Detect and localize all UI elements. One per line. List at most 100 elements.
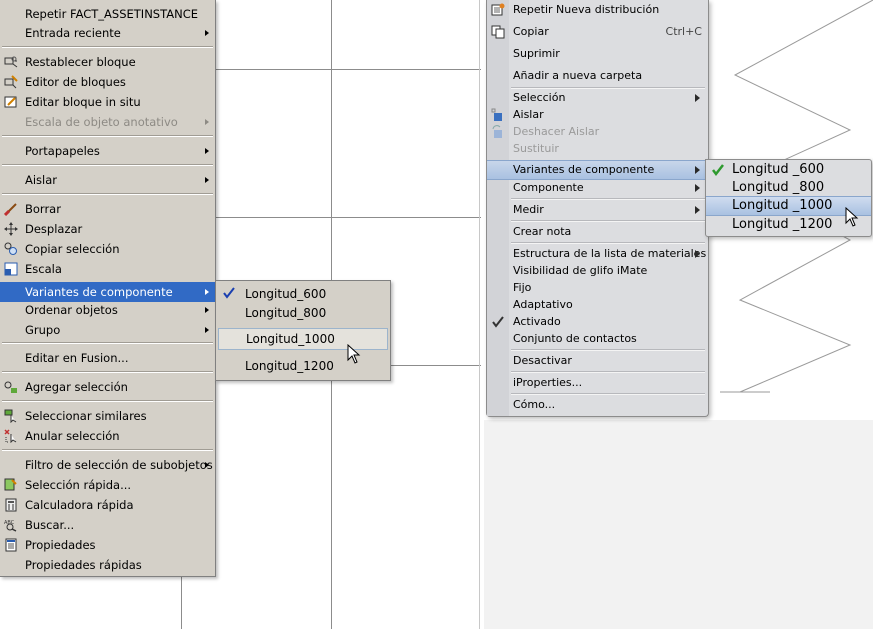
submenu-arrow-icon <box>205 177 209 183</box>
submenu-item-longitud-1000[interactable]: Longitud_1000 <box>218 328 388 350</box>
menu-item-adaptive[interactable]: Adaptativo <box>487 296 708 314</box>
canvas-line <box>479 0 480 629</box>
menu-item-contact-set[interactable]: Conjunto de contactos <box>487 330 708 348</box>
menu-item-annotative-scale[interactable]: Escala de objeto anotativo <box>0 112 215 132</box>
menu-item-select-similar[interactable]: Seleccionar similares <box>0 406 215 426</box>
menu-item-label: Medir <box>513 203 544 216</box>
menu-item-block-editor[interactable]: Editor de bloques <box>0 72 215 92</box>
find-icon: ABC <box>4 520 17 532</box>
menu-item-add-selection[interactable]: Agregar selección <box>0 377 215 397</box>
menu-item-copy-selection[interactable]: Copiar selección <box>0 239 215 259</box>
menu-item-label: Visibilidad de glifo iMate <box>513 264 648 277</box>
eraser-icon <box>4 203 17 216</box>
menu-item-subobject-filter[interactable]: Filtro de selección de subobjetos <box>0 455 215 475</box>
menu-item-label: Grupo <box>25 323 61 337</box>
menu-separator <box>2 400 213 402</box>
menu-item-label: Selección <box>513 91 566 104</box>
menu-item-component[interactable]: Componente <box>487 179 708 197</box>
menu-separator <box>511 393 705 395</box>
menu-item-quick-select[interactable]: Selección rápida... <box>0 475 215 495</box>
submenu-arrow-icon <box>695 184 700 192</box>
menu-separator <box>2 342 213 344</box>
menu-item-label: Agregar selección <box>25 380 128 394</box>
menu-item-scale[interactable]: Escala <box>0 259 215 279</box>
menu-item-label: Activado <box>513 315 561 328</box>
calculator-icon <box>5 498 17 512</box>
menu-item-deactivate[interactable]: Desactivar <box>487 352 708 370</box>
menu-item-move[interactable]: Desplazar <box>0 219 215 239</box>
menu-item-enabled[interactable]: Activado <box>487 313 708 331</box>
menu-item-label: Desactivar <box>513 354 572 367</box>
check-icon <box>492 316 504 328</box>
select-similar-icon <box>4 409 17 423</box>
menu-item-selection[interactable]: Selección <box>487 89 708 107</box>
menu-item-label: Copiar selección <box>25 242 120 256</box>
menu-separator <box>511 198 705 200</box>
menu-item-copy[interactable]: Copiar Ctrl+C <box>487 23 708 41</box>
menu-item-label: Repetir Nueva distribución <box>513 3 660 16</box>
menu-item-label: Repetir FACT_ASSETINSTANCE <box>25 7 198 21</box>
menu-item-label: Aislar <box>25 173 58 187</box>
menu-item-edit-block-in-place[interactable]: Editar bloque in situ <box>0 92 215 112</box>
menu-item-label: Ordenar objetos <box>25 303 118 317</box>
menu-item-quick-properties[interactable]: Propiedades rápidas <box>0 555 215 575</box>
menu-item-component-variants[interactable]: Variantes de componente <box>0 282 215 302</box>
menu-item-label: iProperties... <box>513 376 583 389</box>
menu-item-bom-structure[interactable]: Estructura de la lista de materiales <box>487 245 708 263</box>
menu-item-deselect[interactable]: Anular selección <box>0 426 215 446</box>
menu-separator <box>511 242 705 244</box>
menu-item-clipboard[interactable]: Portapapeles <box>0 141 215 161</box>
edit-block-icon <box>4 96 17 108</box>
submenu-item-longitud-600[interactable]: Longitud _600 <box>706 161 871 179</box>
menu-item-find[interactable]: ABC Buscar... <box>0 515 215 535</box>
menu-item-group[interactable]: Grupo <box>0 320 215 340</box>
menu-item-recent-input[interactable]: Entrada reciente <box>0 23 215 43</box>
menu-item-isolate[interactable]: Aislar <box>0 170 215 190</box>
submenu-arrow-icon <box>695 166 700 174</box>
menu-item-label: Seleccionar similares <box>25 409 147 423</box>
menu-item-label: Filtro de selección de subobjetos <box>25 458 213 472</box>
menu-item-repeat-fact[interactable]: Repetir FACT_ASSETINSTANCE <box>0 4 215 24</box>
menu-item-create-note[interactable]: Crear nota <box>487 223 708 241</box>
left-variants-submenu: Longitud_600 Longitud_800 Longitud_1000 … <box>215 280 391 381</box>
submenu-item-longitud-800[interactable]: Longitud_800 <box>216 303 390 323</box>
menu-item-replace[interactable]: Sustituir <box>487 140 708 158</box>
menu-item-repeat-layout[interactable]: Repetir Nueva distribución <box>487 1 708 19</box>
menu-item-label: Añadir a nueva carpeta <box>513 69 643 82</box>
menu-item-add-new-folder[interactable]: Añadir a nueva carpeta <box>487 67 708 85</box>
menu-separator <box>2 449 213 451</box>
menu-separator <box>511 349 705 351</box>
menu-item-isolate[interactable]: Aislar <box>487 106 708 124</box>
menu-item-imate-glyph-visibility[interactable]: Visibilidad de glifo iMate <box>487 262 708 280</box>
menu-item-component-variants[interactable]: Variantes de componente <box>487 160 708 180</box>
submenu-item-longitud-800[interactable]: Longitud _800 <box>706 179 871 197</box>
menu-item-how-to[interactable]: Cómo... <box>487 396 708 414</box>
menu-item-label: Editor de bloques <box>25 75 126 89</box>
menu-item-label: Variantes de componente <box>513 163 655 176</box>
submenu-item-longitud-1200[interactable]: Longitud_1200 <box>216 356 390 376</box>
menu-item-measure[interactable]: Medir <box>487 201 708 219</box>
menu-item-quick-calc[interactable]: Calculadora rápida <box>0 495 215 515</box>
menu-item-reset-block[interactable]: Restablecer bloque <box>0 52 215 72</box>
menu-item-undo-isolate[interactable]: Deshacer Aislar <box>487 123 708 141</box>
submenu-item-longitud-600[interactable]: Longitud_600 <box>216 284 390 304</box>
submenu-item-label: Longitud _600 <box>732 162 825 177</box>
menu-item-label: Editar en Fusion... <box>25 351 129 365</box>
menu-separator <box>2 371 213 373</box>
copy-icon <box>491 25 505 39</box>
menu-item-edit-in-fusion[interactable]: Editar en Fusion... <box>0 348 215 368</box>
isolate-icon <box>491 108 502 121</box>
menu-item-properties[interactable]: Propiedades <box>0 535 215 555</box>
quick-select-icon <box>4 478 17 491</box>
menu-item-erase[interactable]: Borrar <box>0 199 215 219</box>
menu-item-grounded[interactable]: Fijo <box>487 279 708 297</box>
undo-isolate-icon <box>492 125 502 138</box>
submenu-item-label: Longitud_600 <box>245 287 327 301</box>
submenu-item-label: Longitud_1000 <box>246 332 335 346</box>
svg-text:ABC: ABC <box>4 520 15 526</box>
menu-item-iproperties[interactable]: iProperties... <box>487 374 708 392</box>
menu-item-order-objects[interactable]: Ordenar objetos <box>0 300 215 320</box>
menu-item-delete[interactable]: Suprimir <box>487 45 708 63</box>
menu-item-label: Borrar <box>25 202 61 216</box>
menu-separator <box>2 46 213 48</box>
